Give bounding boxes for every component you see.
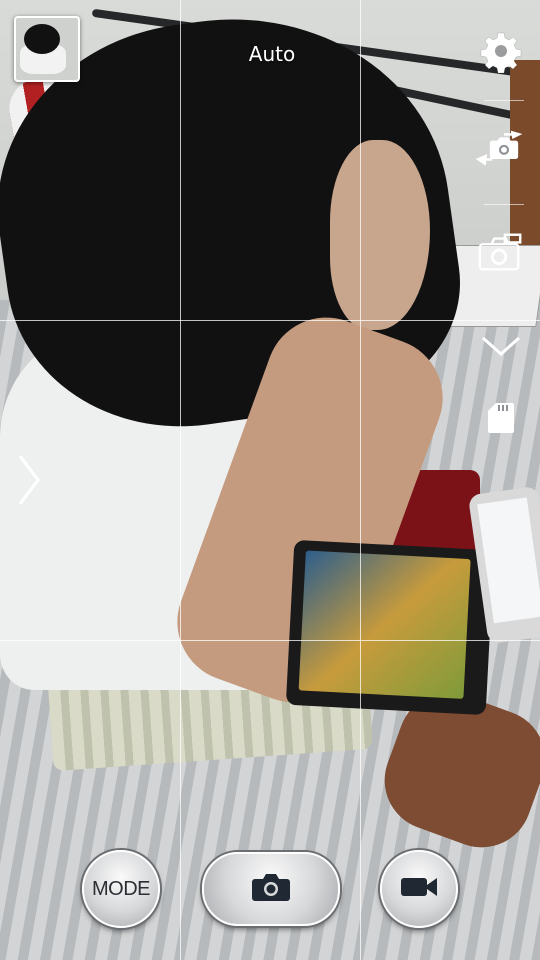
gear-icon[interactable] bbox=[476, 26, 526, 76]
controls-divider bbox=[484, 100, 524, 101]
sd-card-icon bbox=[476, 392, 526, 442]
camera-icon bbox=[251, 871, 291, 907]
mode-button[interactable]: MODE bbox=[82, 850, 160, 928]
scene-tablet bbox=[285, 539, 495, 716]
mode-button-label: MODE bbox=[92, 877, 151, 900]
shutter-button[interactable] bbox=[202, 852, 340, 926]
video-camera-icon bbox=[399, 874, 439, 904]
camera-shortcut-icon[interactable] bbox=[476, 228, 526, 278]
grid-line-vertical-1 bbox=[180, 0, 181, 960]
scene-mode-label: Auto bbox=[248, 42, 296, 66]
grid-line-horizontal-1 bbox=[0, 320, 540, 321]
controls-divider bbox=[484, 204, 524, 205]
chevron-right-icon[interactable] bbox=[14, 450, 44, 510]
grid-line-vertical-2 bbox=[360, 0, 361, 960]
camera-preview-scene bbox=[0, 0, 540, 960]
chevron-down-icon[interactable] bbox=[476, 322, 526, 372]
record-video-button[interactable] bbox=[380, 850, 458, 928]
grid-line-horizontal-2 bbox=[0, 640, 540, 641]
switch-camera-icon[interactable] bbox=[474, 124, 524, 174]
camera-viewfinder[interactable]: Auto MODE bbox=[0, 0, 540, 960]
gallery-thumbnail-icon[interactable] bbox=[14, 16, 80, 82]
